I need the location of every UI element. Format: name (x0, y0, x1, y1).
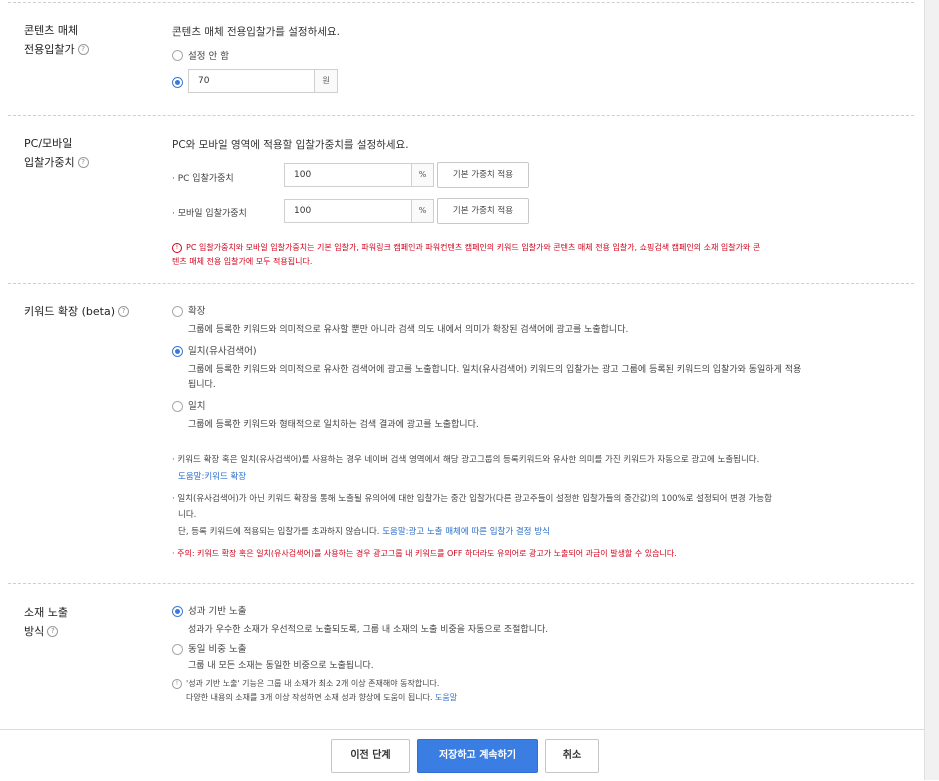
scrollbar[interactable] (924, 0, 939, 780)
radio-unset-label: 설정 안 함 (188, 51, 229, 62)
section-title-bid-weight: PC/모바일 입찰가중치? (24, 134, 89, 172)
radio-unset[interactable] (172, 50, 183, 61)
radio-performance-based[interactable] (172, 606, 183, 617)
bid-weight-description: PC와 모바일 영역에 적용할 입찰가중치를 설정하세요. (172, 139, 409, 151)
radio-expand[interactable] (172, 306, 183, 317)
radio-equal-weight-desc: 그룹 내 모든 소재는 동일한 비중으로 노출됩니다. (188, 661, 374, 671)
radio-exact-label: 일치 (188, 401, 206, 412)
radio-set-bid[interactable] (172, 77, 183, 88)
section-title-keyword-expansion: 키워드 확장 (beta)? (24, 302, 129, 321)
info-icon: ! (172, 242, 182, 253)
radio-match-similar-label: 일치(유사검색어) (188, 346, 257, 357)
radio-expand-desc: 그룹에 등록한 키워드와 의미적으로 유사할 뿐만 아니라 검색 의도 내에서 … (188, 325, 629, 335)
radio-performance-based-label: 성과 기반 노출 (188, 606, 247, 617)
cancel-button[interactable]: 취소 (545, 739, 599, 773)
bid-weight-warning: ! PC 입찰가중치와 모바일 입찰가중치는 기본 입찰가, 파워링크 캠페인과 … (172, 242, 761, 266)
radio-exact[interactable] (172, 401, 183, 412)
mobile-apply-default-button[interactable]: 기본 가중치 적용 (437, 198, 529, 224)
radio-performance-based-desc: 성과가 우수한 소재가 우선적으로 노출되도록, 그룹 내 소재의 노출 비중을… (188, 625, 549, 635)
keyword-note-1: · 키워드 확장 혹은 일치(유사검색어)를 사용하는 경우 네이버 검색 영역… (172, 455, 760, 465)
pc-weight-label: · PC 입찰가중치 (172, 174, 234, 184)
radio-expand-label: 확장 (188, 306, 206, 317)
pc-weight-input[interactable]: 100 (284, 163, 412, 187)
help-icon[interactable]: ? (117, 305, 129, 317)
divider (8, 583, 914, 584)
help-icon[interactable]: ? (77, 43, 89, 55)
keyword-note-2-line2: 니다. (178, 510, 197, 520)
radio-match-similar-desc: 그룹에 등록한 키워드와 의미적으로 유사한 검색어에 광고를 노출합니다. 일… (188, 365, 802, 375)
divider (8, 2, 914, 3)
mobile-weight-unit: % (411, 199, 434, 223)
help-link-creative[interactable]: 도움말 (435, 693, 457, 702)
divider (8, 115, 914, 116)
section-title-content-bid: 콘텐츠 매체 전용입찰가? (24, 21, 89, 59)
keyword-note-2: · 일치(유사검색어)가 아닌 키워드 확장을 통해 노출될 유의어에 대한 입… (172, 494, 772, 504)
mobile-weight-input[interactable]: 100 (284, 199, 412, 223)
save-continue-button[interactable]: 저장하고 계속하기 (417, 739, 538, 773)
creative-info-line2: 다양한 내용의 소재를 3개 이상 작성하면 소재 성과 향상에 도움이 됩니다… (186, 693, 458, 702)
radio-match-similar[interactable] (172, 346, 183, 357)
radio-equal-weight-label: 동일 비중 노출 (188, 644, 247, 655)
info-icon: ! (172, 678, 182, 689)
help-link-keyword-expansion[interactable]: 도움말:키워드 확장 (178, 470, 246, 482)
content-bid-input[interactable]: 70 (188, 69, 315, 93)
pc-apply-default-button[interactable]: 기본 가중치 적용 (437, 162, 529, 188)
creative-info-line1: ! '성과 기반 노출' 기능은 그룹 내 소재가 최소 2개 이상 존재해야 동… (172, 678, 439, 689)
content-bid-description: 콘텐츠 매체 전용입찰가를 설정하세요. (172, 26, 340, 38)
section-title-creative-exposure: 소재 노출 방식? (24, 606, 68, 638)
divider (8, 283, 914, 284)
form-panel: 콘텐츠 매체 전용입찰가? 콘텐츠 매체 전용입찰가를 설정하세요. 설정 안 … (0, 0, 924, 781)
mobile-weight-label: · 모바일 입찰가중치 (172, 209, 247, 219)
pc-weight-unit: % (411, 163, 434, 187)
footer-bar: 이전 단계 저장하고 계속하기 취소 (0, 729, 924, 781)
keyword-warning: · 주의: 키워드 확장 혹은 일치(유사검색어)를 사용하는 경우 광고그룹 … (172, 549, 677, 558)
radio-exact-desc: 그룹에 등록한 키워드와 형태적으로 일치하는 검색 결과에 광고를 노출합니다… (188, 420, 479, 430)
prev-step-button[interactable]: 이전 단계 (331, 739, 410, 773)
content-bid-unit: 원 (314, 69, 338, 93)
help-icon[interactable]: ? (47, 625, 59, 637)
help-link-bid-decision[interactable]: 도움말:광고 노출 매체에 따른 입찰가 결정 방식 (382, 527, 550, 537)
keyword-note-2-line3: 단, 등록 키워드에 적용되는 입찰가를 초과하지 않습니다. 도움말:광고 노… (178, 527, 550, 537)
radio-match-similar-desc-2: 됩니다. (188, 380, 216, 390)
help-icon[interactable]: ? (77, 156, 89, 168)
radio-equal-weight[interactable] (172, 644, 183, 655)
